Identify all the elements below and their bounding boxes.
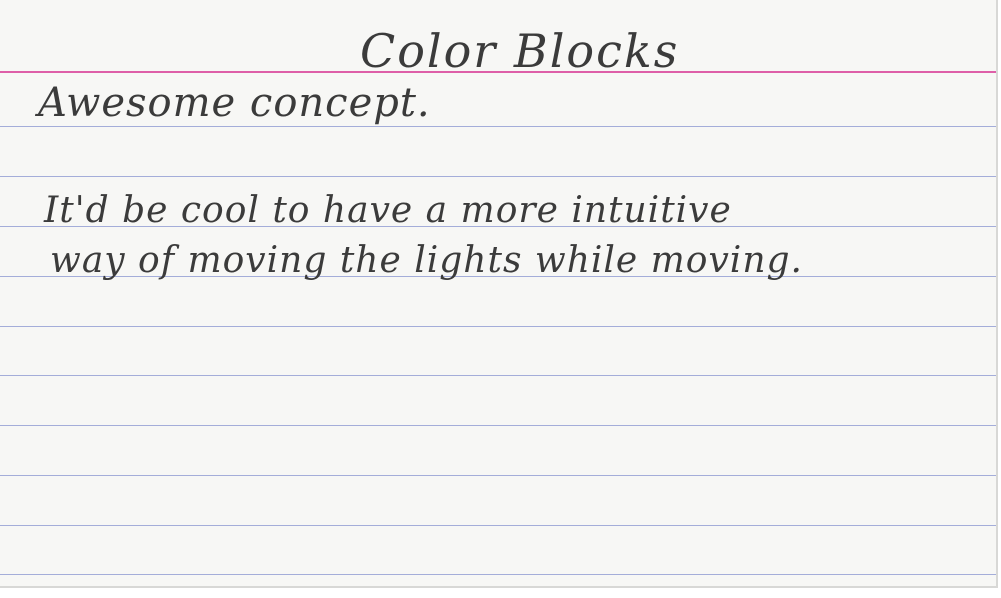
card-title: Color Blocks	[360, 24, 680, 78]
index-card: Color Blocks Awesome concept. It'd be co…	[0, 0, 998, 588]
ruled-line	[0, 126, 996, 127]
ruled-line	[0, 326, 996, 327]
note-line: way of moving the lights while moving.	[50, 240, 803, 281]
ruled-line	[0, 425, 996, 426]
note-line: It'd be cool to have a more intuitive	[44, 190, 732, 231]
ruled-line	[0, 375, 996, 376]
ruled-line	[0, 525, 996, 526]
ruled-line	[0, 176, 996, 177]
note-line: Awesome concept.	[38, 80, 431, 126]
ruled-line	[0, 574, 996, 575]
ruled-line	[0, 475, 996, 476]
